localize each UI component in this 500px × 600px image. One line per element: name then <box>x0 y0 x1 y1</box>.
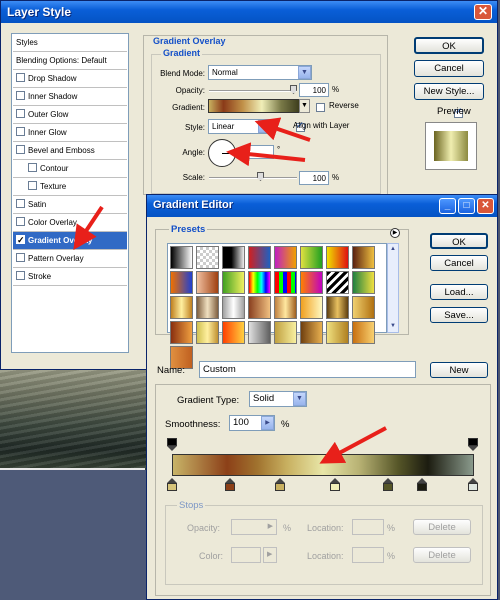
arrow-to-gradient-overlay <box>73 205 104 250</box>
annotation-arrows <box>73 117 387 464</box>
arrow-to-gradient-bar <box>319 426 387 464</box>
arrow-to-style-select <box>254 117 311 142</box>
arrow-to-angle <box>226 142 306 167</box>
